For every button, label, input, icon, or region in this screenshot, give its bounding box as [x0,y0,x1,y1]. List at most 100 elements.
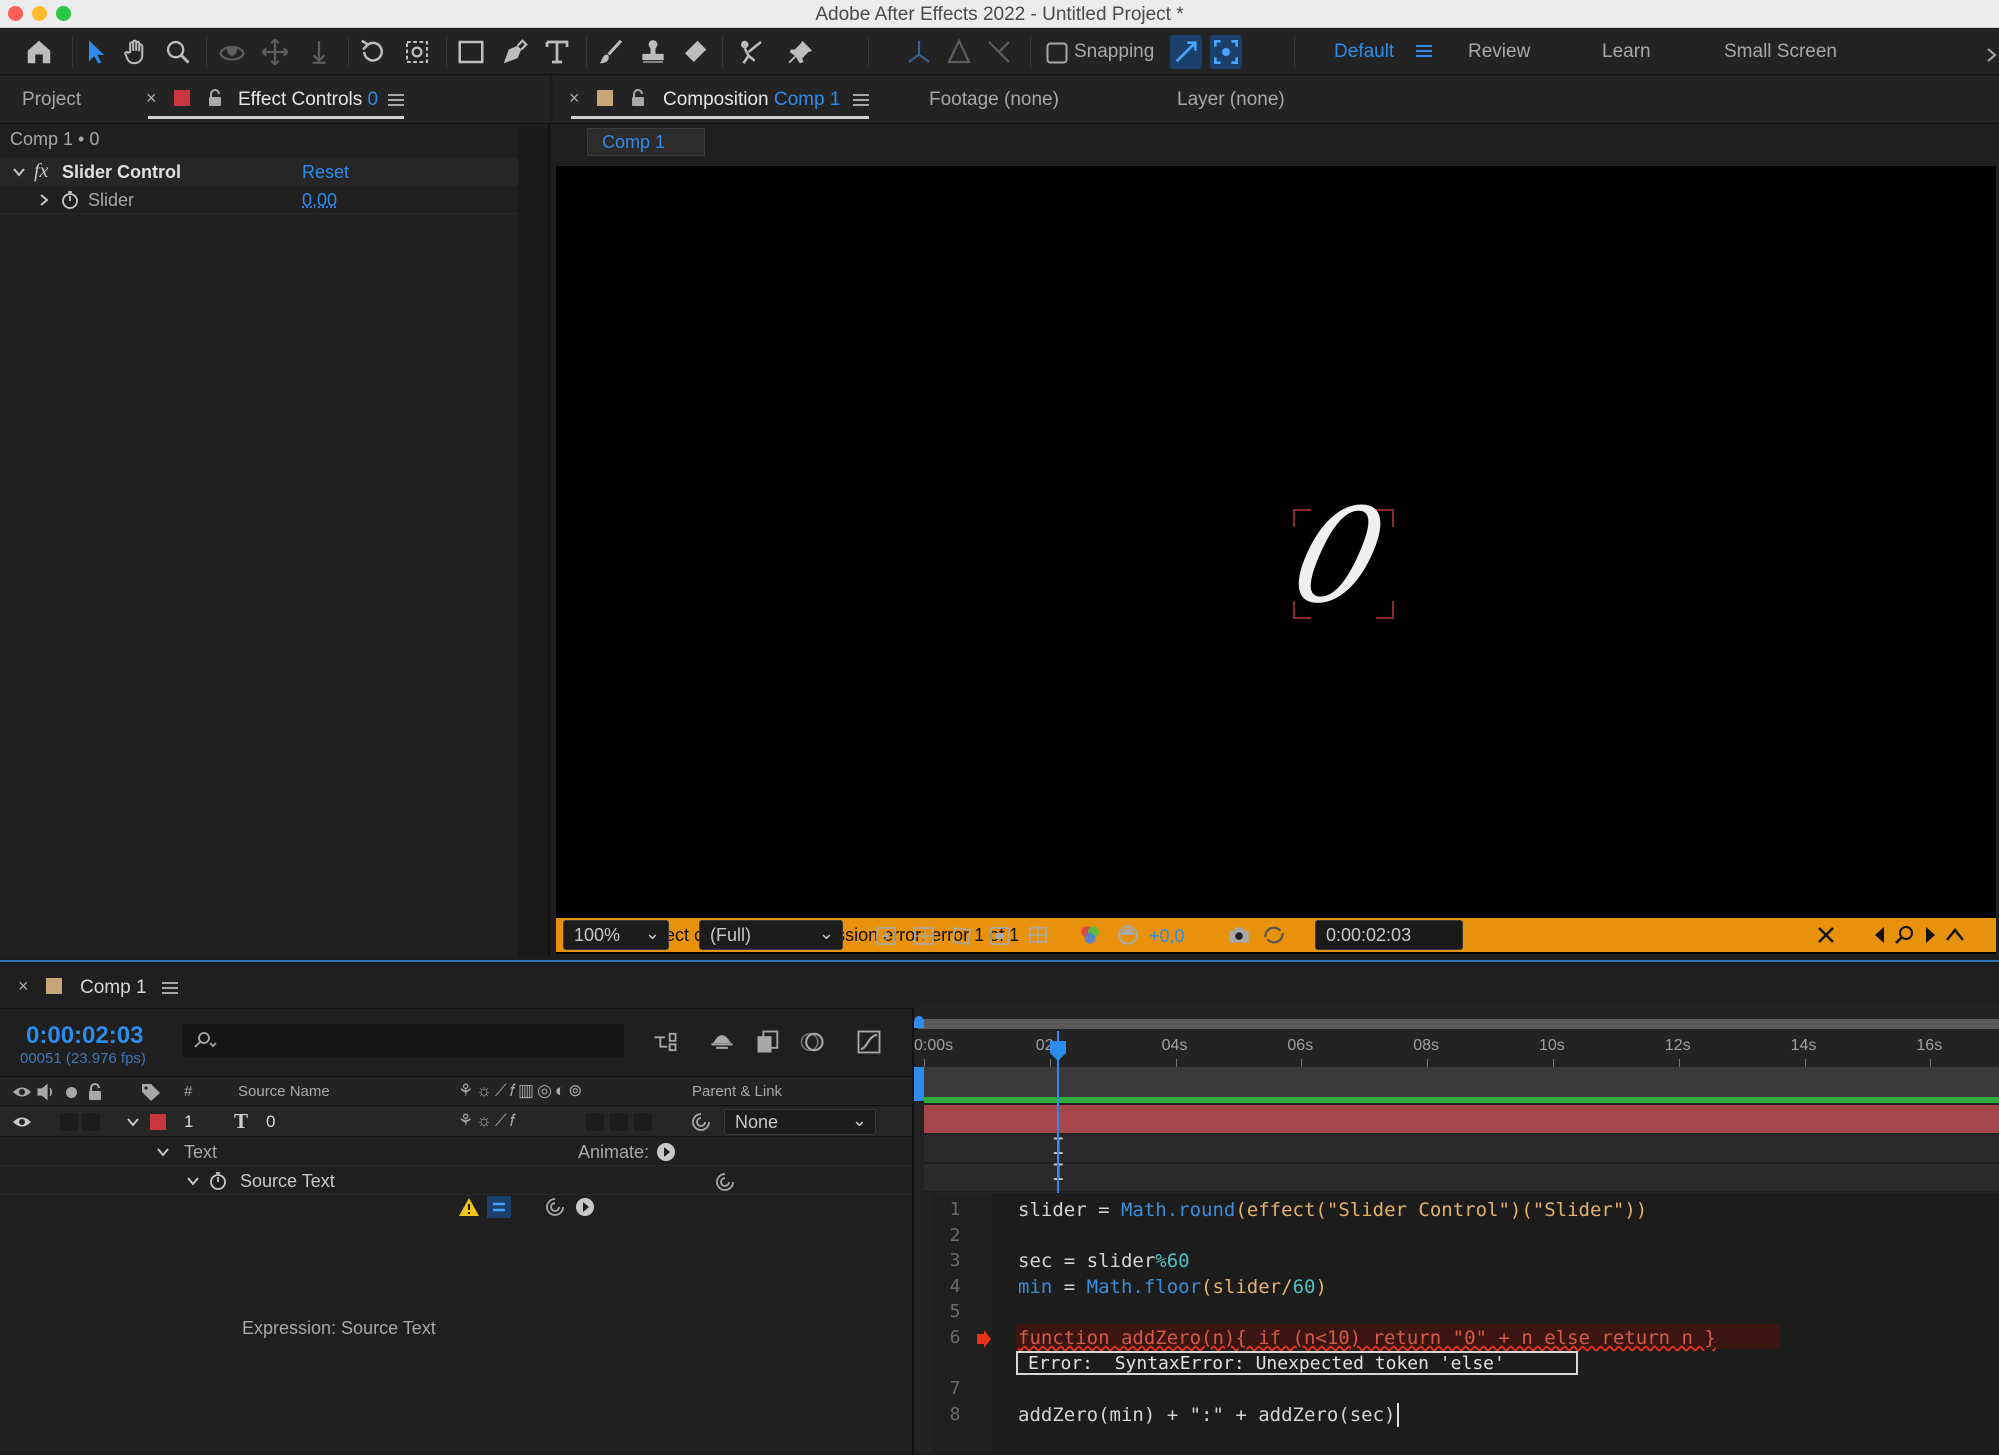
work-area-start-handle[interactable] [914,1067,924,1101]
layer-name[interactable]: 0 [266,1112,275,1132]
tab-layer[interactable]: Layer (none) [1177,89,1285,111]
left-panel-scrollbar[interactable] [518,126,548,956]
tab-timeline-comp[interactable]: Comp 1 [80,977,147,999]
tab-footage[interactable]: Footage (none) [929,89,1059,111]
parent-dropdown[interactable]: None ⌄ [724,1109,876,1135]
composition-canvas[interactable]: 0 This project contains an expression er… [556,166,1996,954]
brush-tool-icon[interactable] [596,37,626,67]
previous-error-icon[interactable] [1872,924,1888,946]
time-navigator[interactable] [918,1019,1999,1029]
navigator-start-handle[interactable] [914,1016,924,1028]
snap-features-button[interactable] [1210,35,1242,69]
switch-box[interactable] [586,1113,604,1131]
collapse-error-icon[interactable] [1944,924,1966,946]
find-error-icon[interactable] [1894,924,1916,946]
playhead-handle[interactable] [1049,1041,1066,1061]
stopwatch-icon[interactable] [60,190,80,210]
close-tab-icon[interactable]: × [146,88,157,109]
close-tab-icon[interactable]: × [18,976,29,997]
tab-effect-controls[interactable]: Effect Controls 0 [238,89,378,111]
exposure-value[interactable]: +0,0 [1149,926,1185,947]
layer-switches[interactable]: ⚘☼⟋𝑓 [458,1111,518,1131]
frame-blending-icon[interactable] [754,1028,782,1056]
chevron-down-icon[interactable] [12,165,26,179]
time-ruler[interactable]: 0:00s 02s 04s 06s 08s 10s 12s 14s 16s [914,1031,1999,1067]
chevron-down-icon[interactable] [126,1115,140,1129]
current-time-display[interactable]: 0:00:02:03 [1315,920,1463,950]
zoom-tool-icon[interactable] [164,37,192,67]
lock-icon[interactable] [206,88,224,108]
puppet-pin-icon[interactable] [786,37,816,67]
workspace-default[interactable]: Default [1334,41,1394,63]
dolly-camera-icon[interactable] [306,37,332,67]
pan-camera-icon[interactable] [260,37,290,67]
search-input[interactable] [182,1024,624,1058]
source-name-header[interactable]: Source Name [238,1083,330,1100]
orbit-camera-icon[interactable] [216,37,248,67]
solo-switch[interactable] [60,1113,78,1131]
error-marker-icon[interactable] [976,1330,992,1348]
fx-icon[interactable]: fx [34,160,48,183]
transparency-grid-icon[interactable] [911,924,937,948]
label-tag-icon[interactable] [140,1082,162,1102]
mask-visibility-icon[interactable] [949,924,975,948]
snapping-checkbox[interactable] [1046,42,1068,64]
slider-property-row[interactable]: Slider 0,00 [0,186,518,214]
rotation-tool-icon[interactable] [358,37,388,67]
reset-button[interactable]: Reset [302,162,349,183]
slider-value[interactable]: 0,00 [302,190,337,211]
expression-pick-whip-icon[interactable] [544,1196,566,1218]
type-tool-icon[interactable] [542,37,572,67]
lock-switch[interactable] [82,1113,100,1131]
axis-local-icon[interactable] [904,37,934,67]
expression-editor[interactable]: 1 2 3 4 5 6 7 8 slider = Math.round(effe… [932,1193,1999,1453]
tab-project[interactable]: Project [22,89,81,111]
expression-language-menu-icon[interactable] [574,1196,596,1218]
stopwatch-icon[interactable] [208,1171,228,1191]
close-icon[interactable] [1816,925,1836,945]
axis-view-icon[interactable] [984,37,1014,67]
chevron-right-icon[interactable] [38,193,50,207]
pick-whip-icon[interactable] [714,1171,736,1193]
workspace-menu-icon[interactable] [1414,41,1434,61]
snap-edges-button[interactable] [1170,35,1202,69]
pan-behind-icon[interactable] [402,37,432,67]
comp-navigator-tab[interactable]: Comp 1 [587,128,705,156]
comp-flowchart-icon[interactable] [650,1028,680,1056]
effect-row[interactable]: fx Slider Control Reset [0,158,518,186]
source-text-row[interactable]: Source Text [0,1167,912,1195]
audio-icon[interactable] [36,1083,56,1101]
shy-layers-icon[interactable] [708,1028,736,1056]
snapshot-icon[interactable] [1225,922,1253,948]
pick-whip-icon[interactable] [690,1111,712,1133]
tab-composition[interactable]: Composition Comp 1 [663,89,840,111]
panel-menu-icon[interactable] [386,90,406,110]
animate-play-icon[interactable] [656,1142,676,1162]
layer-row[interactable]: 1 T 0 ⚘☼⟋𝑓 None ⌄ [0,1107,912,1137]
layer-label-color[interactable] [150,1114,166,1130]
channel-icon[interactable] [1077,922,1103,948]
rectangle-tool-icon[interactable] [456,37,486,67]
clone-stamp-icon[interactable] [638,37,668,67]
workspace-review[interactable]: Review [1468,41,1530,63]
switch-box[interactable] [634,1113,652,1131]
roto-brush-icon[interactable] [734,37,768,67]
axis-world-icon[interactable] [944,37,974,67]
workspace-small-screen[interactable]: Small Screen [1724,41,1837,63]
workspace-learn[interactable]: Learn [1602,41,1651,63]
chevron-down-icon[interactable] [156,1145,170,1159]
solo-icon[interactable] [66,1087,77,1098]
toolbar-overflow-icon[interactable] [1986,39,1999,65]
switch-box[interactable] [610,1113,628,1131]
eye-icon[interactable] [12,1113,32,1131]
home-icon[interactable] [24,37,54,67]
graph-editor-icon[interactable] [854,1028,884,1056]
chevron-down-icon[interactable] [186,1174,200,1188]
text-group-row[interactable]: Text Animate: [0,1138,912,1166]
close-tab-icon[interactable]: × [569,88,580,109]
next-error-icon[interactable] [1922,924,1938,946]
lock-icon[interactable] [629,88,647,108]
lock-icon[interactable] [86,1082,104,1102]
enable-expression-button[interactable] [487,1196,511,1218]
fast-previews-icon[interactable] [873,924,899,948]
